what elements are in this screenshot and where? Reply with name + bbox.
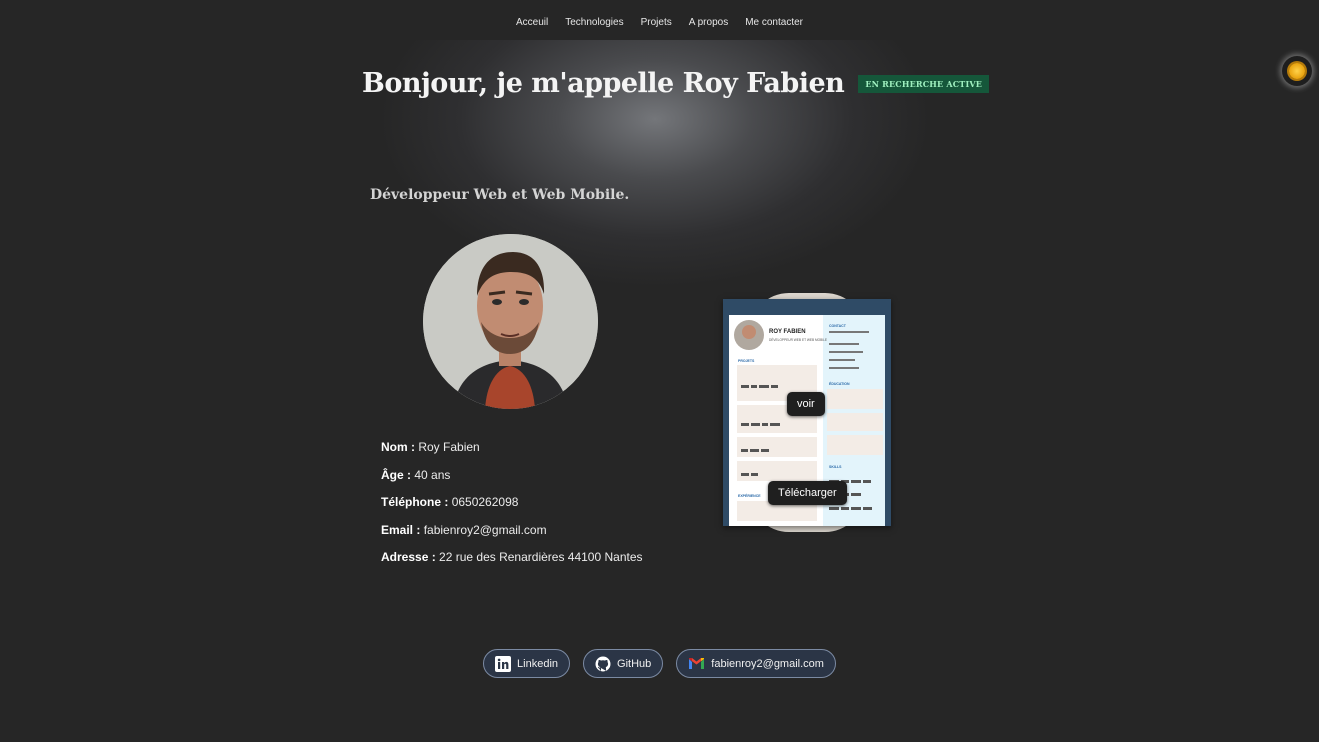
cv-preview-card: ROY FABIEN DÉVELOPPEUR WEB ET WEB MOBILE… — [723, 293, 891, 532]
info-label: Téléphone : — [381, 495, 449, 509]
info-label: Email : — [381, 522, 421, 537]
nav-technologies[interactable]: Technologies — [565, 17, 623, 28]
cv-name: ROY FABIEN — [769, 329, 806, 335]
nav-accueil[interactable]: Acceuil — [516, 17, 548, 28]
top-navigation: Acceuil Technologies Projets A propos Me… — [0, 17, 1319, 28]
info-row-nom: Nom : Roy Fabien — [381, 440, 643, 468]
gmail-label: fabienroy2@gmail.com — [711, 657, 824, 670]
profile-info: Nom : Roy Fabien Âge : 40 ans Téléphone … — [381, 440, 643, 578]
cv-view-button[interactable]: voir — [787, 392, 825, 416]
social-links: Linkedin GitHub fabienroy2@gmail.com — [0, 649, 1319, 678]
hero-subtitle: Développeur Web et Web Mobile. — [370, 187, 630, 203]
github-label: GitHub — [617, 657, 652, 670]
hero-heading: Bonjour, je m'appelle Roy Fabien EN RECH… — [362, 68, 990, 99]
nav-me-contacter[interactable]: Me contacter — [745, 17, 803, 28]
info-value: 40 ans — [414, 467, 451, 482]
github-icon — [595, 656, 611, 672]
info-value: Roy Fabien — [418, 440, 480, 454]
sun-icon — [1289, 63, 1305, 79]
status-badge: EN RECHERCHE ACTIVE — [858, 74, 990, 93]
nav-a-propos[interactable]: A propos — [689, 17, 728, 28]
gmail-icon — [688, 657, 705, 670]
cv-role: DÉVELOPPEUR WEB ET WEB MOBILE — [769, 337, 827, 342]
avatar — [423, 234, 598, 409]
info-row-email: Email : fabienroy2@gmail.com — [381, 523, 643, 551]
info-row-adresse: Adresse : 22 rue des Renardières 44100 N… — [381, 550, 643, 578]
linkedin-icon — [495, 655, 512, 672]
cv-section-projects: PROJETS — [738, 359, 755, 363]
info-value: 22 rue des Renardières 44100 Nantes — [439, 550, 643, 564]
theme-toggle-button[interactable] — [1282, 56, 1312, 86]
page-title: Bonjour, je m'appelle Roy Fabien — [362, 68, 845, 99]
cv-section-experience: EXPÉRIENCE — [738, 493, 761, 498]
linkedin-label: Linkedin — [517, 657, 559, 670]
info-value: 0650262098 — [451, 495, 519, 509]
info-label: Nom : — [381, 440, 415, 454]
info-value: fabienroy2@gmail.com — [423, 522, 547, 537]
info-label: Âge : — [381, 467, 411, 482]
info-row-telephone: Téléphone : 0650262098 — [381, 495, 643, 523]
info-row-age: Âge : 40 ans — [381, 468, 643, 496]
info-label: Adresse : — [381, 550, 436, 564]
cv-section-education: ÉDUCATION — [829, 381, 850, 386]
github-button[interactable]: GitHub — [583, 649, 664, 678]
nav-projets[interactable]: Projets — [641, 17, 672, 28]
cv-section-contact: CONTACT — [829, 324, 847, 328]
linkedin-button[interactable]: Linkedin — [483, 649, 571, 678]
gmail-button[interactable]: fabienroy2@gmail.com — [676, 649, 836, 678]
portrait-illustration — [423, 234, 598, 409]
cv-download-button[interactable]: Télécharger — [768, 481, 847, 505]
cv-section-skills: SKILLS — [829, 465, 842, 469]
